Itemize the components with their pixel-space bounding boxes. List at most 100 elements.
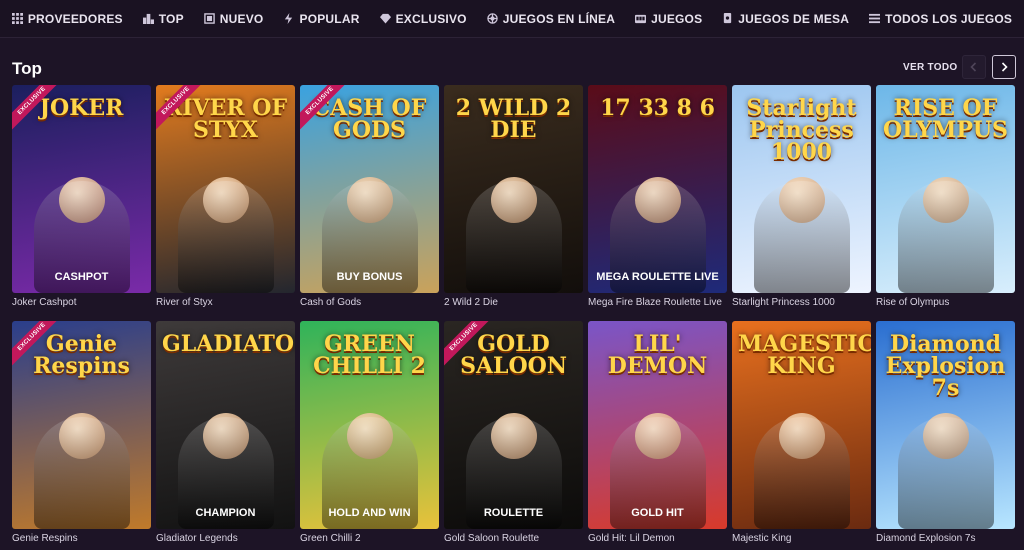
game-name[interactable]: Rise of Olympus — [876, 297, 1015, 308]
game-card[interactable]: GOLD SALOON ROULETTE EXCLUSIVE Gold Saloon … — [444, 321, 583, 550]
nav-juegos-de-mesa[interactable]: JUEGOS DE MESA — [722, 12, 849, 26]
game-art-title: GREEN CHILLI 2 — [313, 331, 426, 379]
game-card[interactable]: CASH OF GODS BUY BONUS EXCLUSIVE Cash of Go… — [300, 85, 439, 321]
game-name[interactable]: Genie Respins — [12, 533, 151, 544]
game-name[interactable]: Majestic King — [732, 533, 871, 544]
game-art-subtitle: CASHPOT — [54, 271, 109, 283]
carousel-prev-button[interactable] — [962, 55, 986, 79]
game-art-title: 2 WILD 2 DIE — [455, 95, 572, 143]
character-body-art — [897, 181, 994, 293]
game-thumbnail[interactable]: GOLD SALOON ROULETTE EXCLUSIVE — [444, 321, 583, 529]
list-icon — [869, 13, 881, 24]
game-name[interactable]: Green Chilli 2 — [300, 533, 439, 544]
game-thumbnail[interactable]: Diamond Explosion 7s — [876, 321, 1015, 529]
game-name[interactable]: Starlight Princess 1000 — [732, 297, 871, 308]
game-art-title: MAGESTIC KING — [738, 331, 871, 379]
game-card[interactable]: JOKER CASHPOT EXCLUSIVE Joker Cashpot — [12, 85, 151, 321]
game-name[interactable]: Diamond Explosion 7s — [876, 533, 1015, 544]
game-name[interactable]: 2 Wild 2 Die — [444, 297, 583, 308]
game-card[interactable]: RIVER OF STYX EXCLUSIVE River of Styx — [156, 85, 295, 321]
carousel-next-button[interactable] — [992, 55, 1016, 79]
game-card[interactable]: 17 33 8 6 MEGA ROULETTE LIVE Mega Fire Bla… — [588, 85, 727, 321]
see-all-link[interactable]: VER TODO — [903, 62, 957, 73]
chevron-left-icon — [970, 62, 977, 72]
game-thumbnail[interactable]: 17 33 8 6 MEGA ROULETTE LIVE — [588, 85, 727, 293]
game-name[interactable]: Mega Fire Blaze Roulette Live — [588, 297, 727, 308]
game-thumbnail[interactable]: CASH OF GODS BUY BONUS EXCLUSIVE — [300, 85, 439, 293]
diamond-icon — [379, 13, 391, 24]
game-card[interactable]: Starlight Princess 1000 Starlight Princes… — [732, 85, 871, 321]
section-title: Top — [12, 59, 42, 78]
grid-icon — [11, 13, 23, 24]
nav-top[interactable]: TOP — [142, 11, 184, 26]
game-thumbnail[interactable]: RISE OF OLYMPUS — [876, 85, 1015, 293]
game-art-subtitle: CHAMPION — [195, 507, 256, 519]
game-name[interactable]: Cash of Gods — [300, 297, 439, 308]
character-body-art — [753, 417, 850, 529]
game-art-subtitle: BUY BONUS — [336, 271, 403, 283]
nav-label: JUEGOS DE MESA — [738, 11, 850, 26]
character-body-art — [465, 181, 562, 293]
nav-todos-los-juegos[interactable]: TODOS LOS JUEGOS — [869, 12, 1012, 26]
nav-label: POPULAR — [299, 11, 360, 26]
game-thumbnail[interactable]: LIL' DEMON GOLD HIT — [588, 321, 727, 529]
game-thumbnail[interactable]: RIVER OF STYX EXCLUSIVE — [156, 85, 295, 293]
nav-label: TOP — [158, 11, 184, 26]
lightning-icon — [283, 13, 294, 24]
game-art-subtitle: GOLD HIT — [631, 507, 684, 519]
game-card[interactable]: MAGESTIC KING Majestic King — [732, 321, 871, 550]
game-card[interactable]: LIL' DEMON GOLD HIT Gold Hit: Lil Demon — [588, 321, 727, 550]
slot-machine-icon — [635, 13, 647, 24]
character-body-art — [897, 417, 994, 529]
category-nav: PROVEEDORES TOP NUEVO POPULAR EXCLUSIVO … — [0, 0, 1024, 38]
nav-exclusivo[interactable]: EXCLUSIVO — [379, 11, 467, 26]
character-body-art — [177, 181, 274, 293]
roulette-icon — [486, 13, 498, 24]
game-art-title: Starlight Princess 1000 — [746, 95, 857, 165]
game-card[interactable]: GLADIATOR CHAMPION Gladiator Legends — [156, 321, 295, 550]
game-art-title: LIL' DEMON — [607, 331, 708, 379]
nav-label: JUEGOS — [651, 11, 703, 26]
game-art-title: Diamond Explosion 7s — [885, 331, 1006, 401]
game-name[interactable]: Joker Cashpot — [12, 297, 151, 308]
nav-proveedores[interactable]: PROVEEDORES — [11, 11, 123, 26]
game-thumbnail[interactable]: 2 WILD 2 DIE — [444, 85, 583, 293]
podium-icon — [142, 13, 154, 24]
game-thumbnail[interactable]: GLADIATOR CHAMPION — [156, 321, 295, 529]
nav-nuevo[interactable]: NUEVO — [204, 12, 264, 26]
game-name[interactable]: Gold Hit: Lil Demon — [588, 533, 727, 544]
game-thumbnail[interactable]: GREEN CHILLI 2 HOLD AND WIN — [300, 321, 439, 529]
cards-icon — [722, 13, 733, 24]
game-name[interactable]: Gold Saloon Roulette — [444, 533, 583, 544]
game-card[interactable]: Diamond Explosion 7s Diamond Explosion 7s — [876, 321, 1015, 550]
character-body-art — [753, 181, 850, 293]
game-thumbnail[interactable]: Starlight Princess 1000 — [732, 85, 871, 293]
game-card[interactable]: RISE OF OLYMPUS Rise of Olympus — [876, 85, 1015, 321]
chevron-right-icon — [1001, 62, 1008, 72]
nav-popular[interactable]: POPULAR — [283, 12, 359, 26]
game-art-subtitle: HOLD AND WIN — [328, 507, 411, 519]
game-art-title: GLADIATOR — [162, 331, 295, 357]
game-thumbnail[interactable]: Genie Respins EXCLUSIVE — [12, 321, 151, 529]
character-body-art — [33, 417, 130, 529]
game-name[interactable]: River of Styx — [156, 297, 295, 308]
nav-label: NUEVO — [219, 11, 264, 26]
new-icon — [204, 13, 215, 24]
game-art-subtitle: ROULETTE — [483, 507, 544, 519]
game-thumbnail[interactable]: MAGESTIC KING — [732, 321, 871, 529]
game-name[interactable]: Gladiator Legends — [156, 533, 295, 544]
nav-juegos-en-linea[interactable]: JUEGOS EN LÍNEA — [486, 11, 616, 26]
nav-label: TODOS LOS JUEGOS — [885, 11, 1013, 26]
game-art-subtitle: MEGA ROULETTE LIVE — [596, 271, 719, 283]
nav-label: EXCLUSIVO — [395, 11, 467, 26]
nav-juegos[interactable]: JUEGOS — [635, 12, 702, 26]
game-grid: JOKER CASHPOT EXCLUSIVE Joker Cashpot RIVER … — [12, 85, 1015, 550]
game-thumbnail[interactable]: JOKER CASHPOT EXCLUSIVE — [12, 85, 151, 293]
game-card[interactable]: 2 WILD 2 DIE 2 Wild 2 Die — [444, 85, 583, 321]
nav-label: JUEGOS EN LÍNEA — [502, 11, 616, 26]
game-card[interactable]: GREEN CHILLI 2 HOLD AND WIN Green Chilli 2 — [300, 321, 439, 550]
game-art-title: 17 33 8 6 — [600, 95, 715, 121]
nav-label: PROVEEDORES — [27, 11, 123, 26]
game-art-title: RISE OF OLYMPUS — [883, 95, 1008, 143]
game-card[interactable]: Genie Respins EXCLUSIVE Genie Respins — [12, 321, 151, 550]
